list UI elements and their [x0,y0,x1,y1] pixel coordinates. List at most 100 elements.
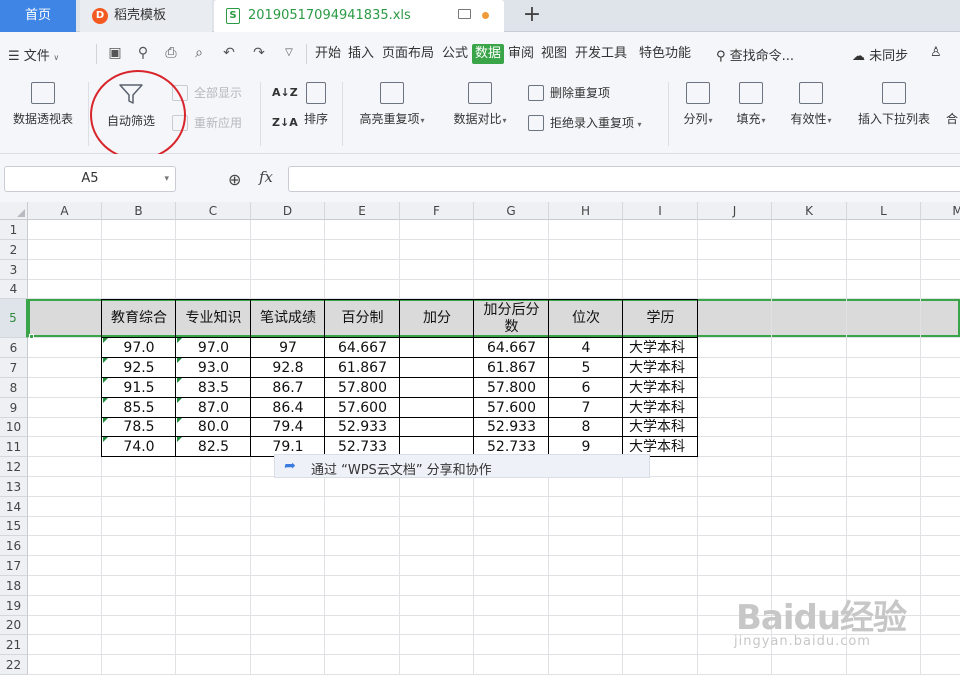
pivot-table-button[interactable]: 数据透视表 [6,82,80,127]
tab-special-features[interactable]: 特色功能 [635,44,695,64]
tab-insert[interactable]: 插入 [345,44,377,64]
print-preview-icon[interactable]: ⌕ [190,45,208,61]
table-cell[interactable]: 57.600 [325,398,400,418]
sort-button[interactable]: 排序 [300,82,332,127]
table-cell[interactable]: 8 [549,418,623,437]
table-cell[interactable]: 61.867 [325,358,400,378]
tab-page-layout[interactable]: 页面布局 [378,44,438,64]
sort-descending-icon[interactable]: Z↓A [272,114,298,132]
column-header-e[interactable]: E [325,202,400,220]
command-search[interactable]: ⚲ 查找命令... [716,45,794,64]
fill-handle[interactable] [29,334,34,339]
row-header-15[interactable]: 15 [0,517,28,536]
table-cell[interactable] [400,338,474,358]
table-cell[interactable]: 87.0 [176,398,251,418]
row-header-5[interactable]: 5 [0,299,28,338]
table-cell[interactable]: 大学本科 [623,378,698,398]
table-cell[interactable]: 82.5 [176,437,251,457]
column-header-g[interactable]: G [474,202,549,220]
split-column-button[interactable]: 分列▾ [676,82,720,127]
format-painter-icon[interactable]: ⚲ [134,45,152,61]
table-cell[interactable]: 57.800 [474,378,549,398]
print-icon[interactable]: ⎙ [162,45,180,61]
column-header-m[interactable]: M [921,202,960,220]
table-cell[interactable]: 57.800 [325,378,400,398]
column-header-d[interactable]: D [251,202,325,220]
table-cell[interactable]: 91.5 [102,378,176,398]
user-icon[interactable]: ♙ [930,45,942,60]
column-header-k[interactable]: K [772,202,847,220]
column-header-l[interactable]: L [847,202,921,220]
row-header-12[interactable]: 12 [0,457,28,477]
row-header-8[interactable]: 8 [0,378,28,398]
table-cell[interactable]: 97 [251,338,325,358]
row-header-13[interactable]: 13 [0,477,28,497]
table-cell[interactable]: 93.0 [176,358,251,378]
undo-icon[interactable]: ↶ [220,45,238,61]
row-header-22[interactable]: 22 [0,655,28,675]
table-cell[interactable]: 52.933 [325,418,400,437]
column-header-j[interactable]: J [698,202,772,220]
table-header-cell[interactable]: 位次 [549,299,623,338]
table-cell[interactable]: 80.0 [176,418,251,437]
table-cell[interactable]: 52.933 [474,418,549,437]
tab-view[interactable]: 视图 [538,44,570,64]
row-header-14[interactable]: 14 [0,497,28,517]
table-cell[interactable]: 78.5 [102,418,176,437]
redo-icon[interactable]: ↷ [250,45,268,61]
table-cell[interactable]: 64.667 [325,338,400,358]
row-header-21[interactable]: 21 [0,635,28,655]
row-header-19[interactable]: 19 [0,596,28,616]
table-cell[interactable]: 大学本科 [623,338,698,358]
formula-input[interactable] [288,166,960,192]
select-all-corner[interactable] [0,202,28,220]
tab-spreadsheet-file[interactable]: S 20190517094941835.xls [214,0,504,32]
reject-duplicates-button[interactable]: 拒绝录入重复项 ▾ [528,114,642,132]
table-cell[interactable]: 83.5 [176,378,251,398]
table-header-cell[interactable]: 百分制 [325,299,400,338]
table-cell[interactable]: 92.5 [102,358,176,378]
row-header-3[interactable]: 3 [0,260,28,280]
table-header-cell[interactable]: 加分 [400,299,474,338]
table-cell[interactable]: 7 [549,398,623,418]
row-header-4[interactable]: 4 [0,280,28,299]
table-cell[interactable]: 大学本科 [623,418,698,437]
table-cell[interactable] [400,358,474,378]
sync-status-button[interactable]: ☁ 未同步 [852,45,908,64]
row-header-1[interactable]: 1 [0,220,28,240]
zoom-icon[interactable]: ⊕ [228,170,241,189]
column-header-c[interactable]: C [176,202,251,220]
row-header-16[interactable]: 16 [0,536,28,556]
table-cell[interactable]: 大学本科 [623,358,698,378]
table-cell[interactable]: 5 [549,358,623,378]
column-header-i[interactable]: I [623,202,698,220]
row-header-10[interactable]: 10 [0,418,28,437]
save-icon[interactable]: ▣ [106,45,124,61]
table-cell[interactable]: 97.0 [176,338,251,358]
table-cell[interactable]: 64.667 [474,338,549,358]
tab-daoke-template[interactable]: D 稻壳模板 [80,0,212,32]
table-cell[interactable]: 74.0 [102,437,176,457]
row-header-9[interactable]: 9 [0,398,28,418]
row-header-20[interactable]: 20 [0,616,28,635]
row-header-11[interactable]: 11 [0,437,28,457]
file-menu-button[interactable]: ☰ 文件 ∨ [8,45,59,64]
row-header-2[interactable]: 2 [0,240,28,260]
table-cell[interactable]: 大学本科 [623,398,698,418]
highlight-duplicates-button[interactable]: 高亮重复项▾ [350,82,434,127]
table-header-cell[interactable]: 教育综合 [102,299,176,338]
sort-ascending-icon[interactable]: A↓Z [272,84,298,102]
table-cell[interactable]: 86.7 [251,378,325,398]
table-header-cell[interactable]: 学历 [623,299,698,338]
row-header-7[interactable]: 7 [0,358,28,378]
insert-dropdown-list-button[interactable]: 插入下拉列表 [848,82,940,127]
validity-button[interactable]: 有效性▾ [782,82,840,127]
table-cell[interactable]: 97.0 [102,338,176,358]
table-header-cell[interactable]: 专业知识 [176,299,251,338]
row-header-17[interactable]: 17 [0,556,28,576]
fill-button[interactable]: 填充▾ [728,82,774,127]
tab-review[interactable]: 审阅 [505,44,537,64]
table-cell[interactable]: 79.4 [251,418,325,437]
quick-access-dropdown-icon[interactable]: ▽ [280,45,298,61]
data-compare-button[interactable]: 数据对比▾ [444,82,516,127]
